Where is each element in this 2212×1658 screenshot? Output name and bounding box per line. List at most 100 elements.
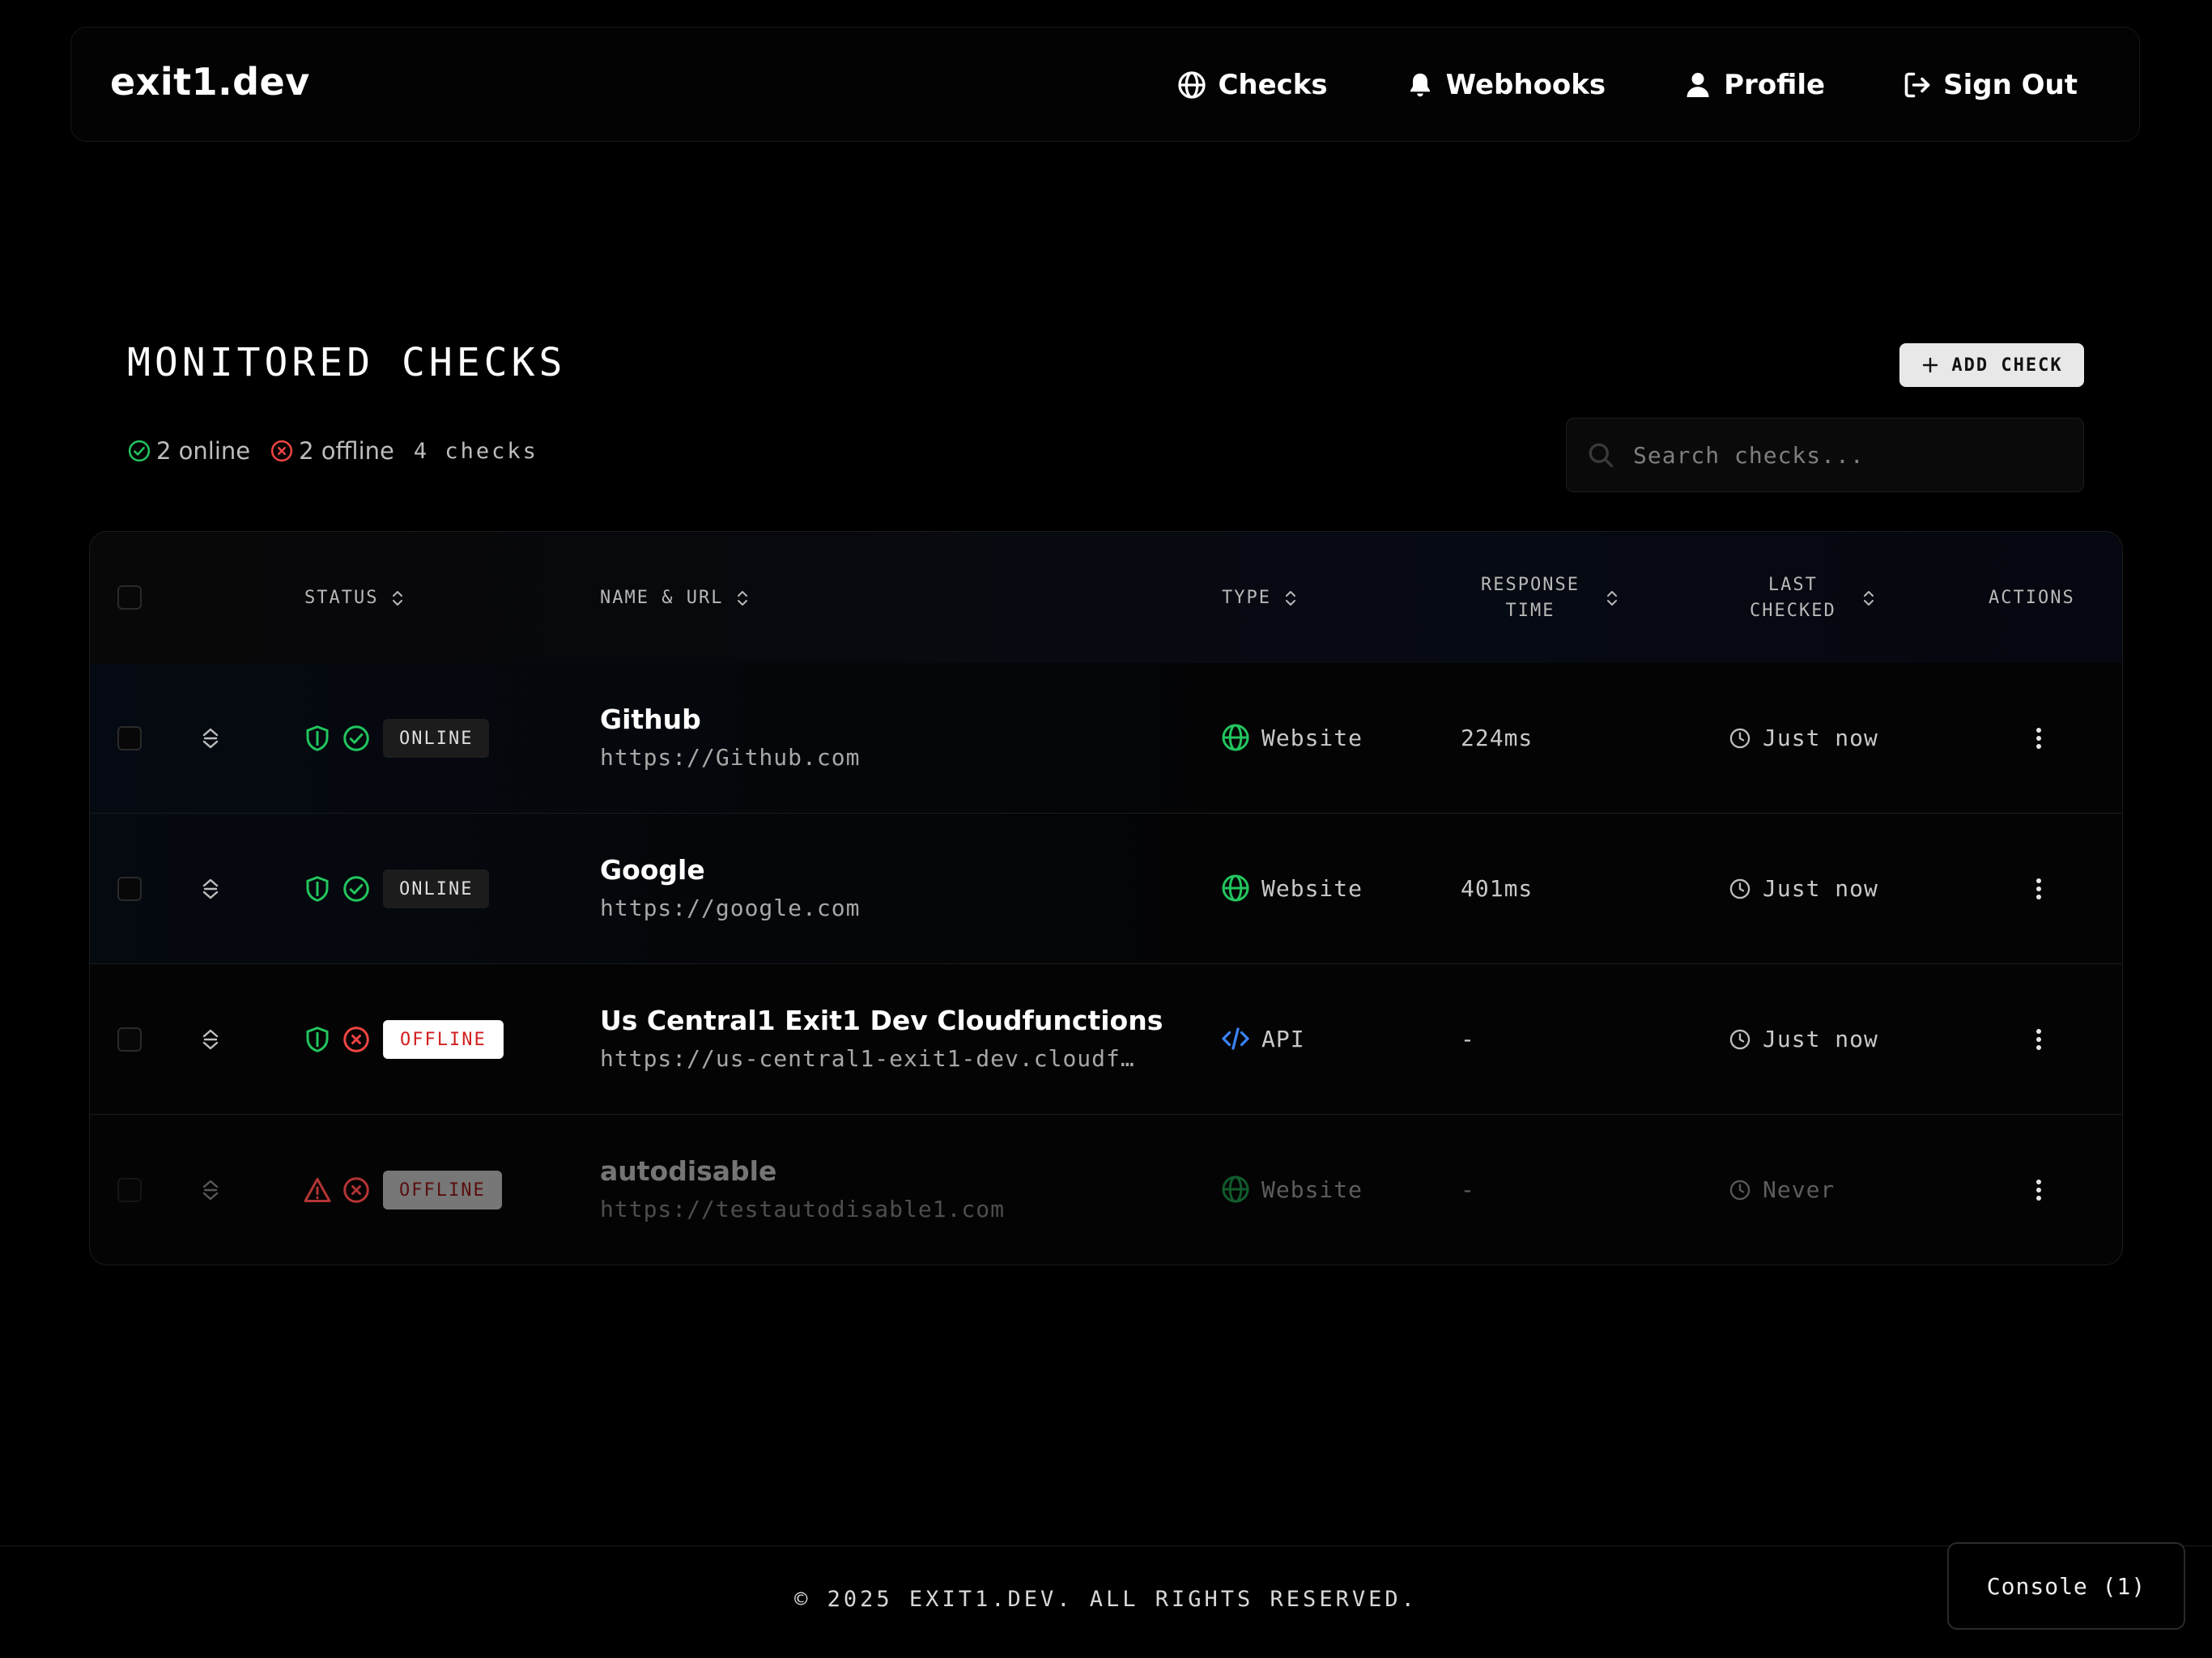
footer-divider bbox=[0, 1545, 2212, 1546]
status-badge: ONLINE bbox=[383, 719, 490, 758]
warning-icon bbox=[303, 1175, 332, 1205]
table-row[interactable]: OFFLINE autodisable https://testautodisa… bbox=[90, 1115, 2122, 1265]
last-checked-column-header[interactable]: LAST CHECKED bbox=[1750, 572, 1877, 624]
check-url[interactable]: https://google.com bbox=[600, 895, 860, 921]
more-actions-icon[interactable] bbox=[2025, 725, 2052, 752]
x-circle-icon bbox=[270, 439, 294, 463]
check-name[interactable]: Google bbox=[600, 854, 705, 886]
type-label: API bbox=[1261, 1025, 1305, 1052]
footer-copyright: © 2025 EXIT1.DEV. ALL RIGHTS RESERVED. bbox=[794, 1587, 1418, 1612]
row-checkbox[interactable] bbox=[117, 726, 142, 750]
bell-icon bbox=[1406, 70, 1435, 100]
user-icon bbox=[1683, 70, 1712, 100]
status-icons bbox=[303, 1175, 371, 1205]
check-type: API bbox=[1221, 1024, 1305, 1053]
online-summary: 2 online bbox=[127, 437, 250, 465]
top-navbar: exit1.dev Checks Webhooks Profile Sign O… bbox=[70, 27, 2140, 142]
drag-handle-icon[interactable] bbox=[200, 1178, 221, 1202]
page-title: MONITORED CHECKS bbox=[127, 340, 567, 385]
shield-icon bbox=[303, 874, 332, 903]
code-icon bbox=[1221, 1024, 1250, 1053]
nav-webhooks-label: Webhooks bbox=[1445, 69, 1606, 101]
console-button[interactable]: Console (1) bbox=[1947, 1542, 2185, 1630]
response-header-line1: RESPONSE bbox=[1481, 575, 1580, 595]
status-header-label: STATUS bbox=[304, 588, 379, 608]
clock-icon bbox=[1729, 727, 1751, 750]
check-name[interactable]: autodisable bbox=[600, 1155, 776, 1187]
last-checked: Never bbox=[1729, 1176, 1835, 1203]
status-icons bbox=[303, 1025, 371, 1054]
check-type: Website bbox=[1221, 874, 1363, 903]
nav-sign-out-link[interactable]: Sign Out bbox=[1903, 69, 2078, 101]
status-icons bbox=[303, 874, 371, 903]
last-checked: Just now bbox=[1729, 1026, 1878, 1052]
nav-checks-link[interactable]: Checks bbox=[1177, 69, 1328, 101]
last-checked-label: Just now bbox=[1763, 1026, 1878, 1052]
table-row[interactable]: ONLINE Google https://google.com Website… bbox=[90, 814, 2122, 964]
last-checked: Just now bbox=[1729, 725, 1878, 751]
clock-icon bbox=[1729, 1179, 1751, 1201]
nav-links: Checks Webhooks Profile Sign Out bbox=[1100, 28, 2078, 142]
table-row[interactable]: OFFLINE Us Central1 Exit1 Dev Cloudfunct… bbox=[90, 964, 2122, 1115]
check-url[interactable]: https://us-central1-exit1-dev.cloudf… bbox=[600, 1045, 1135, 1072]
nav-sign-out-label: Sign Out bbox=[1943, 69, 2078, 101]
sort-icon bbox=[734, 589, 751, 607]
sign-out-icon bbox=[1903, 70, 1932, 100]
type-column-header[interactable]: TYPE bbox=[1222, 585, 1299, 611]
name-column-header[interactable]: NAME & URL bbox=[600, 585, 751, 611]
check-name[interactable]: Github bbox=[600, 704, 701, 735]
total-count: 4 checks bbox=[413, 438, 538, 464]
type-label: Website bbox=[1261, 1175, 1363, 1203]
type-label: Website bbox=[1261, 874, 1363, 902]
more-actions-icon[interactable] bbox=[2025, 875, 2052, 903]
type-header-label: TYPE bbox=[1222, 588, 1271, 608]
table-header: STATUS NAME & URL TYPE RESPONSE TIME LAS… bbox=[90, 532, 2122, 664]
more-actions-icon[interactable] bbox=[2025, 1026, 2052, 1053]
row-checkbox[interactable] bbox=[117, 877, 142, 901]
check-name[interactable]: Us Central1 Exit1 Dev Cloudfunctions bbox=[600, 1005, 1163, 1036]
status-badge: OFFLINE bbox=[383, 1020, 504, 1059]
add-check-button[interactable]: ADD CHECK bbox=[1899, 343, 2084, 387]
globe-icon bbox=[1221, 723, 1250, 752]
last-checked-header-label: LAST CHECKED bbox=[1750, 572, 1836, 624]
globe-icon bbox=[1177, 70, 1206, 100]
sort-icon bbox=[389, 589, 406, 607]
actions-header-label: ACTIONS bbox=[1989, 588, 2075, 608]
checks-table: STATUS NAME & URL TYPE RESPONSE TIME LAS… bbox=[89, 531, 2123, 1265]
more-actions-icon[interactable] bbox=[2025, 1176, 2052, 1204]
shield-icon bbox=[303, 1025, 332, 1054]
x-circle-icon bbox=[342, 1175, 371, 1205]
globe-icon bbox=[1221, 874, 1250, 903]
search-icon bbox=[1586, 440, 1631, 470]
select-all-checkbox[interactable] bbox=[117, 585, 142, 610]
drag-handle-icon[interactable] bbox=[200, 1027, 221, 1052]
search-input[interactable] bbox=[1631, 440, 2040, 470]
search-box bbox=[1566, 418, 2084, 492]
status-icons bbox=[303, 724, 371, 753]
check-url[interactable]: https://testautodisable1.com bbox=[600, 1196, 1005, 1222]
last-checked-label: Just now bbox=[1763, 875, 1878, 902]
drag-handle-icon[interactable] bbox=[200, 726, 221, 750]
sort-icon bbox=[1604, 589, 1620, 607]
shield-icon bbox=[303, 724, 332, 753]
status-badge: ONLINE bbox=[383, 869, 490, 908]
nav-checks-label: Checks bbox=[1218, 69, 1328, 101]
row-checkbox[interactable] bbox=[117, 1178, 142, 1202]
checks-summary: 2 online 2 offline 4 checks bbox=[127, 437, 538, 465]
nav-profile-link[interactable]: Profile bbox=[1683, 69, 1825, 101]
globe-icon bbox=[1221, 1175, 1250, 1204]
response-header-label: RESPONSE TIME bbox=[1481, 572, 1580, 624]
check-url[interactable]: https://Github.com bbox=[600, 744, 860, 771]
clock-icon bbox=[1729, 878, 1751, 900]
response-column-header[interactable]: RESPONSE TIME bbox=[1481, 572, 1620, 624]
row-checkbox[interactable] bbox=[117, 1027, 142, 1052]
brand-logo[interactable]: exit1.dev bbox=[110, 60, 310, 104]
response-time: 401ms bbox=[1461, 875, 1534, 902]
table-row[interactable]: ONLINE Github https://Github.com Website… bbox=[90, 663, 2122, 814]
drag-handle-icon[interactable] bbox=[200, 877, 221, 901]
status-badge: OFFLINE bbox=[383, 1171, 502, 1209]
nav-profile-label: Profile bbox=[1724, 69, 1826, 101]
status-column-header[interactable]: STATUS bbox=[304, 585, 406, 611]
last-checked-label: Never bbox=[1763, 1176, 1836, 1203]
nav-webhooks-link[interactable]: Webhooks bbox=[1406, 69, 1606, 101]
